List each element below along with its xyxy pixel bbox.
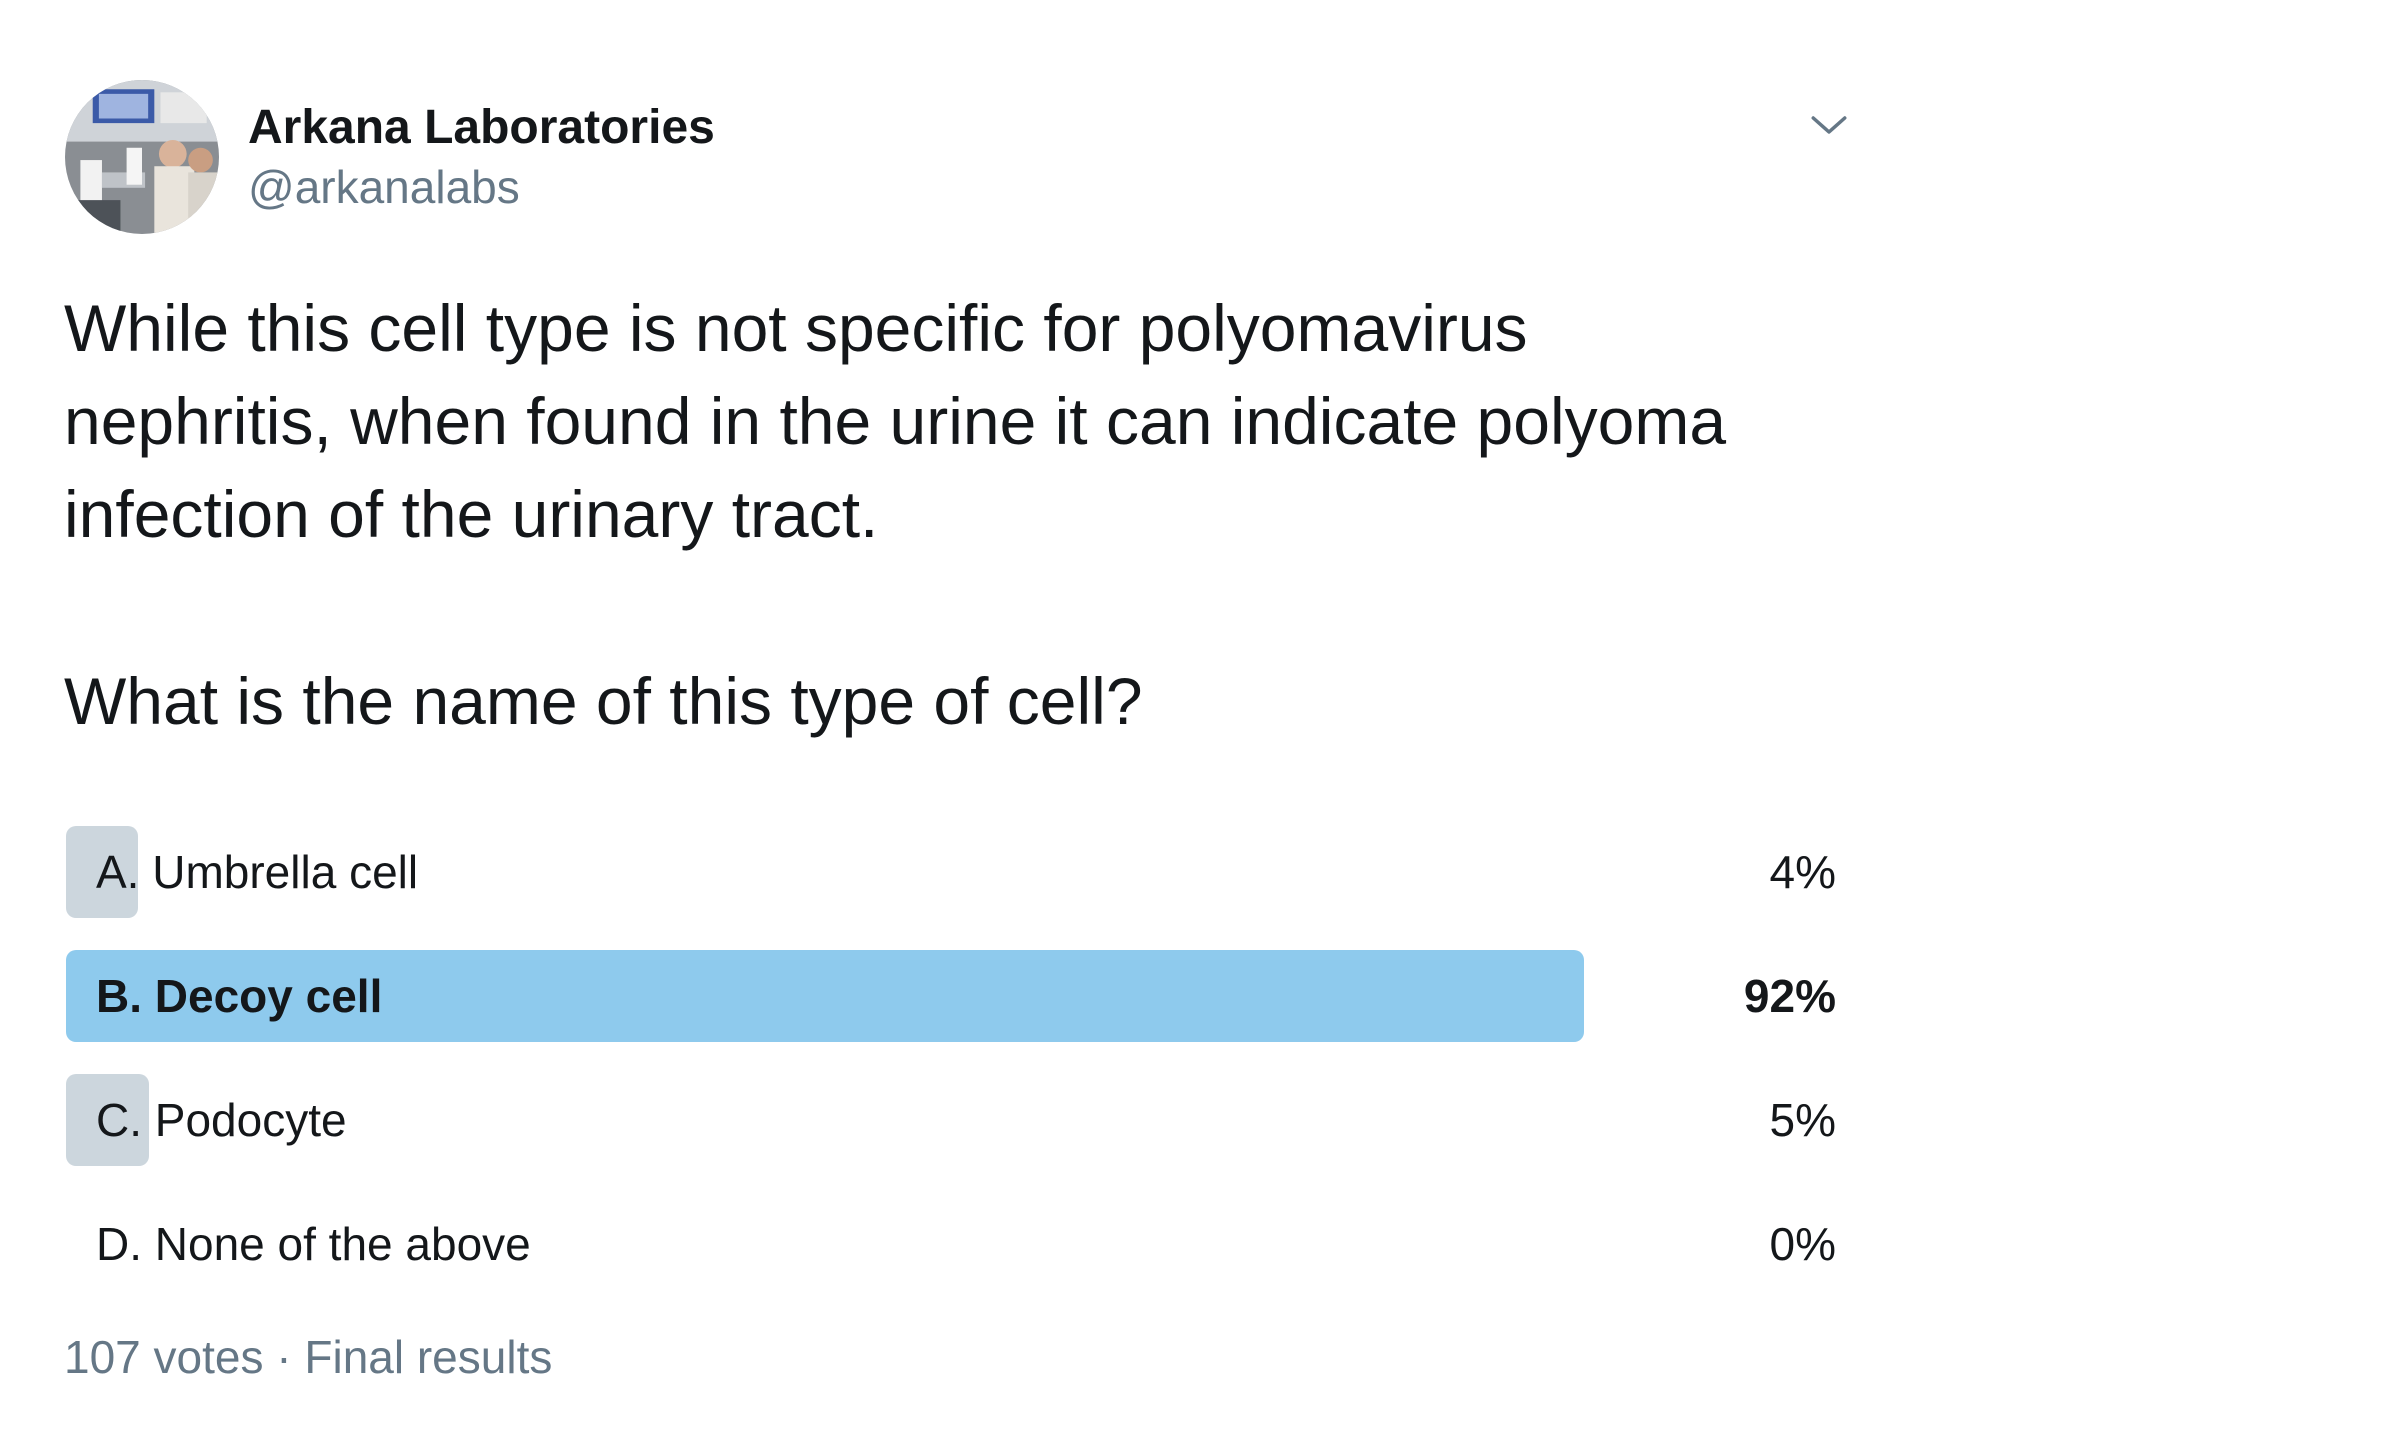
tweet-text: While this cell type is not specific for… — [64, 282, 1864, 561]
poll-footer: 107 votes · Final results — [64, 1330, 552, 1384]
poll-vote-count: 107 votes — [64, 1331, 264, 1383]
poll-option-label: A. Umbrella cell — [96, 846, 419, 898]
tweet-menu-button[interactable] — [1808, 104, 1850, 146]
avatar[interactable] — [65, 80, 219, 234]
poll-option-percent: 92% — [1743, 970, 1836, 1022]
poll-status: Final results — [304, 1331, 553, 1383]
poll-option-percent: 5% — [1769, 1094, 1836, 1146]
poll-option: A. Umbrella cell 4% — [66, 826, 1836, 918]
poll-option: D. None of the above 0% — [66, 1198, 1836, 1290]
tweet-text-line: nephritis, when found in the urine it ca… — [64, 384, 1727, 458]
poll-option: B. Decoy cell 92% — [66, 950, 1836, 1042]
tweet-text-line: infection of the urinary tract. — [64, 477, 879, 551]
poll-option-label: C. Podocyte — [96, 1094, 347, 1146]
poll-option-label: B. Decoy cell — [96, 970, 383, 1022]
profile-photo-icon — [65, 80, 219, 234]
chevron-down-icon — [1811, 116, 1847, 134]
poll-option-percent: 0% — [1769, 1218, 1836, 1270]
author-display-name[interactable]: Arkana Laboratories — [248, 100, 715, 155]
poll-option-percent: 4% — [1769, 846, 1836, 898]
poll-footer-separator: · — [276, 1331, 292, 1383]
poll-option: C. Podocyte 5% — [66, 1074, 1836, 1166]
author-handle[interactable]: @arkanalabs — [248, 160, 520, 214]
poll-option-label: D. None of the above — [96, 1218, 531, 1270]
tweet-text-line: While this cell type is not specific for… — [64, 291, 1528, 365]
tweet-question: What is the name of this type of cell? — [64, 664, 1143, 738]
